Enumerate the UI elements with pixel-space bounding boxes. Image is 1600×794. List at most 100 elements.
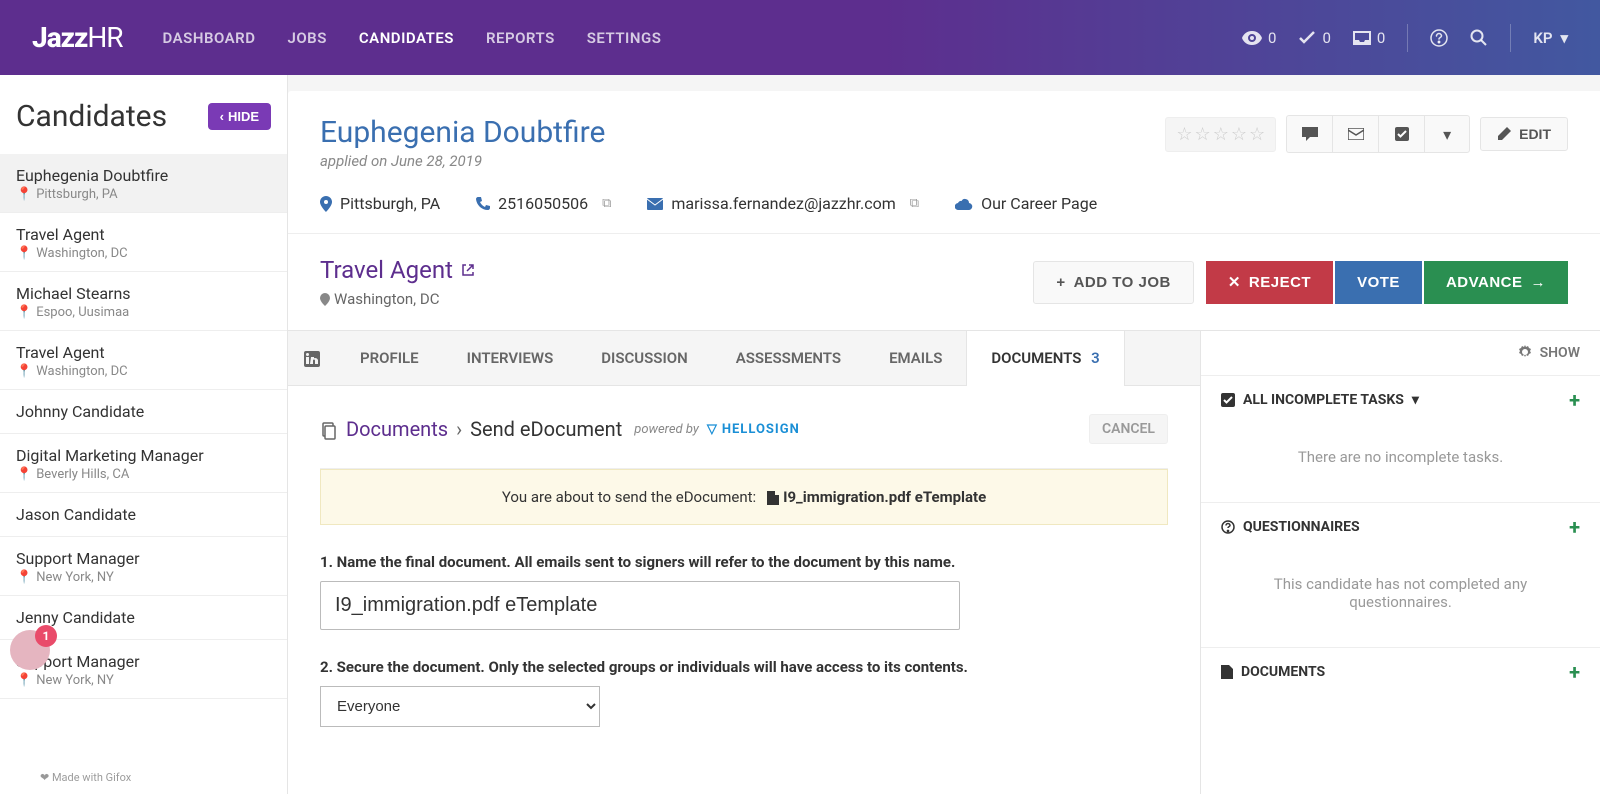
help-icon[interactable] [1430, 29, 1448, 47]
phone: 2516050506 ⧉ [476, 194, 611, 213]
gear-icon [1518, 345, 1532, 359]
source: Our Career Page [955, 194, 1097, 213]
hide-sidebar-button[interactable]: ‹ HIDE [208, 103, 271, 130]
checkbox-icon [1395, 127, 1409, 141]
documents-panel-header[interactable]: DOCUMENTS + [1201, 647, 1600, 696]
phone-icon [476, 197, 490, 211]
eye-icon [1242, 31, 1262, 45]
tasks-stat[interactable]: 0 [1298, 29, 1330, 47]
nav-dashboard[interactable]: DASHBOARD [163, 29, 256, 47]
document-name-input[interactable] [320, 581, 960, 630]
cloud-icon [955, 198, 973, 210]
sidebar: Candidates ‹ HIDE Euphegenia Doubtfire 📍… [0, 75, 288, 794]
pin-icon: 📍 [16, 364, 32, 379]
more-dropdown[interactable]: ▾ [1424, 115, 1470, 153]
job-title[interactable]: Travel Agent [320, 256, 475, 284]
views-stat[interactable]: 0 [1242, 29, 1276, 47]
candidates-list[interactable]: Euphegenia Doubtfire 📍Pittsburgh, PA Tra… [0, 154, 287, 794]
sidebar-item[interactable]: Johnny Candidate [0, 390, 287, 434]
nav-settings[interactable]: SETTINGS [587, 29, 662, 47]
job-row: Travel Agent Washington, DC + ADD TO JOB… [288, 234, 1600, 330]
email-button[interactable] [1332, 115, 1378, 153]
questionnaires-panel-header[interactable]: QUESTIONNAIRES + [1201, 502, 1600, 551]
tab-assessments[interactable]: ASSESSMENTS [712, 331, 865, 385]
main-nav: DASHBOARD JOBS CANDIDATES REPORTS SETTIN… [163, 29, 662, 47]
candidate-tabs: PROFILE INTERVIEWS DISCUSSION ASSESSMENT… [288, 331, 1200, 386]
star-rating[interactable]: ☆☆☆☆☆ [1165, 117, 1276, 152]
tab-documents[interactable]: DOCUMENTS 3 [966, 331, 1124, 386]
mail-icon [647, 198, 663, 210]
tab-emails[interactable]: EMAILS [865, 331, 966, 385]
breadcrumb-root[interactable]: Documents [346, 417, 448, 441]
breadcrumb-current: Send eDocument [470, 417, 622, 441]
job-location: Washington, DC [320, 290, 475, 308]
pin-icon [320, 196, 332, 212]
pin-icon: 📍 [16, 187, 32, 202]
star-icon: ☆ [1213, 124, 1229, 145]
sidebar-item[interactable]: Jason Candidate [0, 493, 287, 537]
tasks-panel-header[interactable]: ALL INCOMPLETE TASKS ▾ + [1201, 375, 1600, 424]
logo[interactable]: JazzHR [32, 21, 123, 54]
add-document-button[interactable]: + [1569, 660, 1580, 684]
candidate-header: Euphegenia Doubtfire applied on June 28,… [288, 91, 1600, 233]
pencil-icon [1497, 127, 1511, 141]
sidebar-item[interactable]: 1 Support Manager 📍New York, NY [0, 640, 287, 699]
tab-discussion[interactable]: DISCUSSION [577, 331, 711, 385]
edit-button[interactable]: EDIT [1480, 117, 1568, 151]
copy-icon[interactable]: ⧉ [602, 196, 611, 211]
arrow-right-icon: → [1531, 274, 1547, 291]
breadcrumb: Documents › Send eDocument [320, 417, 622, 441]
sidebar-item[interactable]: Support Manager 📍New York, NY [0, 537, 287, 596]
chevron-left-icon: ‹ [220, 109, 224, 124]
add-to-job-button[interactable]: + ADD TO JOB [1033, 261, 1194, 304]
nav-reports[interactable]: REPORTS [486, 29, 555, 47]
mail-icon [1348, 128, 1364, 140]
user-menu[interactable]: KP ▾ [1533, 29, 1568, 47]
tab-profile[interactable]: PROFILE [336, 331, 443, 385]
sidebar-item[interactable]: Travel Agent 📍Washington, DC [0, 213, 287, 272]
right-sidebar: SHOW ALL INCOMPLETE TASKS ▾ + There are … [1200, 330, 1600, 794]
task-button[interactable] [1378, 115, 1424, 153]
copy-icon[interactable]: ⧉ [910, 196, 919, 211]
notification-badge: 1 [35, 625, 57, 647]
info-banner: You are about to send the eDocument: I9_… [320, 469, 1168, 525]
nav-candidates[interactable]: CANDIDATES [359, 29, 454, 47]
search-icon[interactable] [1470, 29, 1488, 47]
cancel-button[interactable]: CANCEL [1089, 414, 1168, 444]
plus-icon: + [1056, 274, 1065, 291]
advance-button[interactable]: ADVANCE → [1424, 261, 1568, 304]
chevron-down-icon: ▾ [1443, 125, 1451, 144]
documents-panel: Documents › Send eDocument powered by ▽H… [288, 386, 1200, 783]
star-icon: ☆ [1176, 124, 1192, 145]
location: Pittsburgh, PA [320, 194, 440, 213]
star-icon: ☆ [1231, 124, 1247, 145]
external-link-icon [461, 263, 475, 277]
sidebar-item[interactable]: Travel Agent 📍Washington, DC [0, 331, 287, 390]
tab-linkedin[interactable] [288, 331, 336, 385]
sidebar-item[interactable]: Euphegenia Doubtfire 📍Pittsburgh, PA [0, 154, 287, 213]
reject-button[interactable]: ✕ REJECT [1206, 261, 1333, 304]
checkbox-icon [1221, 393, 1235, 407]
vote-button[interactable]: VOTE [1335, 261, 1422, 304]
pin-icon: 📍 [16, 570, 32, 585]
pin-icon [320, 293, 330, 306]
candidate-name[interactable]: Euphegenia Doubtfire [320, 115, 605, 150]
questionnaires-empty: This candidate has not completed any que… [1201, 551, 1600, 647]
sidebar-item[interactable]: Michael Stearns 📍Espoo, Uusimaa [0, 272, 287, 331]
powered-by: powered by ▽HELLOSIGN [634, 422, 800, 437]
add-questionnaire-button[interactable]: + [1569, 515, 1580, 539]
inbox-stat[interactable]: 0 [1353, 29, 1385, 47]
access-select[interactable]: Everyone [320, 686, 600, 727]
comment-button[interactable] [1286, 115, 1332, 153]
step1-label: 1. Name the final document. All emails s… [320, 553, 1168, 571]
pin-icon: 📍 [16, 305, 32, 320]
nav-jobs[interactable]: JOBS [287, 29, 326, 47]
divider [1407, 24, 1408, 52]
show-toggle[interactable]: SHOW [1201, 331, 1600, 375]
linkedin-icon [304, 351, 320, 367]
x-icon: ✕ [1228, 273, 1241, 291]
sidebar-item[interactable]: Digital Marketing Manager 📍Beverly Hills… [0, 434, 287, 493]
file-icon [767, 491, 779, 505]
tab-interviews[interactable]: INTERVIEWS [443, 331, 578, 385]
add-task-button[interactable]: + [1569, 388, 1580, 412]
